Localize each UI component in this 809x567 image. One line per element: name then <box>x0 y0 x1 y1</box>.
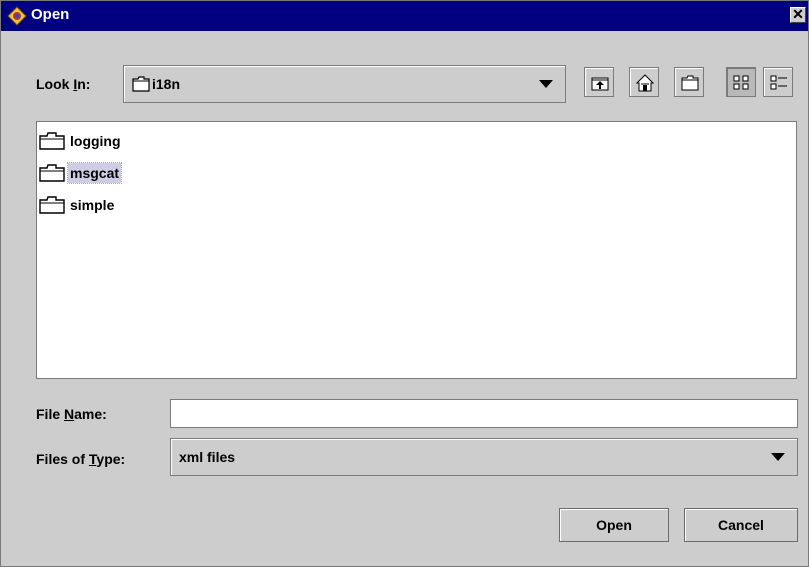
cancel-button[interactable]: Cancel <box>684 508 798 542</box>
folder-icon <box>132 76 150 95</box>
file-name: simple <box>70 197 115 213</box>
folder-icon <box>39 196 65 214</box>
up-folder-button[interactable] <box>584 67 614 97</box>
file-name-label: File Name: <box>36 406 107 422</box>
close-icon[interactable]: ✕ <box>790 7 806 23</box>
look-in-combo[interactable]: i18n <box>123 65 566 103</box>
java-app-icon <box>7 6 27 26</box>
details-view-icon <box>770 75 787 90</box>
file-name: msgcat <box>66 162 123 184</box>
look-in-value: i18n <box>152 76 181 92</box>
file-name: logging <box>70 133 121 149</box>
home-icon <box>636 74 654 92</box>
file-type-value: xml files <box>179 449 236 465</box>
look-in-label: Look In: <box>36 76 91 92</box>
list-item[interactable]: logging <box>39 128 123 154</box>
list-view-icon <box>733 75 749 90</box>
new-folder-icon <box>681 75 699 91</box>
file-name-input[interactable] <box>170 399 798 428</box>
list-item[interactable]: msgcat <box>39 160 123 186</box>
details-view-button[interactable] <box>763 67 793 97</box>
up-folder-icon <box>591 77 609 91</box>
file-type-combo[interactable]: xml files <box>170 438 798 476</box>
title-bar[interactable]: Open ✕ <box>1 1 808 31</box>
folder-icon <box>39 164 65 182</box>
chevron-down-icon[interactable] <box>771 453 785 461</box>
chevron-down-icon[interactable] <box>539 80 553 88</box>
list-view-button[interactable] <box>726 67 756 97</box>
home-button[interactable] <box>629 67 659 97</box>
open-button[interactable]: Open <box>559 508 669 542</box>
folder-icon <box>39 132 65 150</box>
new-folder-button[interactable] <box>674 67 704 97</box>
list-item[interactable]: simple <box>39 192 116 218</box>
open-dialog: Open ✕ Look In: i18n logging msgcat simp… <box>0 0 809 567</box>
window-title: Open <box>31 6 70 23</box>
file-type-label: Files of Type: <box>36 451 126 467</box>
file-list[interactable]: logging msgcat simple <box>36 121 797 379</box>
